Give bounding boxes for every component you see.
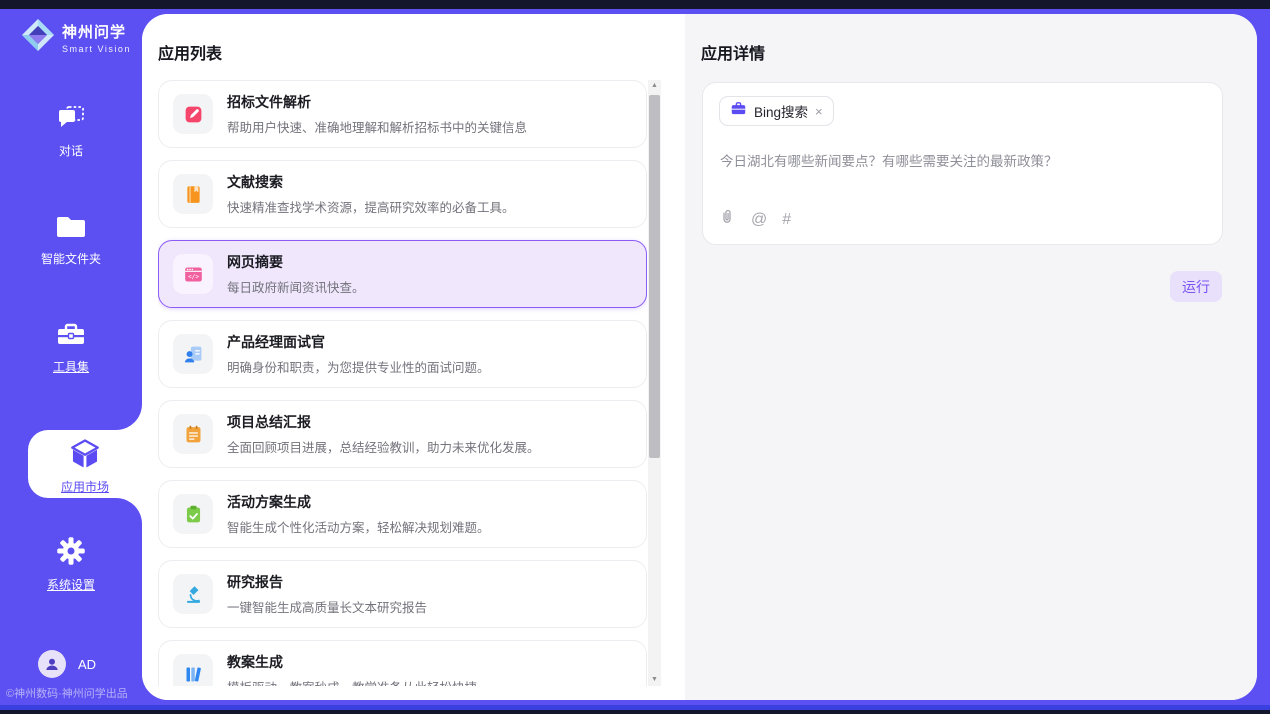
app-desc: 模板驱动，教案秒成，教学准备从此轻松快捷: [227, 677, 477, 686]
app-desc: 帮助用户快速、准确地理解和解析招标书中的关键信息: [227, 117, 527, 136]
app-list-scrollbar[interactable]: ▲ ▼: [648, 80, 661, 686]
sidebar-item-label: 应用市场: [28, 478, 142, 495]
tool-tag-bing-search[interactable]: Bing搜索 ×: [719, 96, 834, 126]
mention-icon[interactable]: @: [751, 211, 767, 229]
toolbox-icon: [55, 320, 87, 353]
main-content: 应用列表 招标文件解析 帮助用户快速、准确地理解和解析招标书中的关键信息: [142, 14, 1257, 700]
brand-diamond-icon: [20, 17, 56, 58]
app-desc: 明确身份和职责，为您提供专业性的面试问题。: [227, 357, 490, 376]
app-detail-panel: 应用详情 Bing搜索 × 今日湖北有哪些新闻要点？有哪些需要关注的最新政策？: [685, 14, 1257, 700]
sidebar: 神州问学 Smart Vision 对话 智能文件夹: [0, 9, 142, 707]
folder-icon: [55, 214, 87, 245]
editor-toolbar: @ #: [718, 207, 791, 232]
paperclip-icon[interactable]: [718, 207, 736, 232]
sidebar-item-toolset[interactable]: 工具集: [0, 320, 142, 375]
avatar: [38, 650, 66, 678]
books-icon: [173, 654, 213, 686]
app-card-pm-interviewer[interactable]: 产品经理面试官 明确身份和职责，为您提供专业性的面试问题。: [158, 320, 647, 388]
bottom-edge-accent: [0, 705, 1270, 710]
sidebar-item-chat[interactable]: 对话: [0, 104, 142, 159]
app-name: 教案生成: [227, 652, 477, 672]
doc-edit-icon: [173, 94, 213, 134]
scroll-down-arrow[interactable]: ▼: [648, 674, 661, 686]
app-desc: 每日政府新闻资讯快查。: [227, 277, 365, 296]
app-card-literature-search[interactable]: 文献搜索 快速精准查找学术资源，提高研究效率的必备工具。: [158, 160, 647, 228]
app-name: 招标文件解析: [227, 92, 527, 112]
sidebar-item-label: 智能文件夹: [0, 250, 142, 267]
app-list-title: 应用列表: [158, 40, 222, 64]
close-icon[interactable]: ×: [815, 104, 823, 119]
app-card-lesson-plan[interactable]: 教案生成 模板驱动，教案秒成，教学准备从此轻松快捷: [158, 640, 647, 686]
app-name: 活动方案生成: [227, 492, 490, 512]
notepad-icon: [173, 414, 213, 454]
svg-text:</>: </>: [187, 273, 198, 280]
app-name: 文献搜索: [227, 172, 515, 192]
briefcase-icon: [730, 100, 747, 122]
scrollbar-thumb[interactable]: [649, 95, 660, 458]
sidebar-item-label: 对话: [0, 142, 142, 159]
app-desc: 全面回顾项目进展，总结经验教训，助力未来优化发展。: [227, 437, 540, 456]
app-name: 产品经理面试官: [227, 332, 490, 352]
user-initials: AD: [78, 657, 96, 672]
active-tab-curve-top: [116, 404, 142, 430]
sidebar-item-label: 工具集: [0, 358, 142, 375]
app-card-event-plan[interactable]: 活动方案生成 智能生成个性化活动方案，轻松解决规划难题。: [158, 480, 647, 548]
prompt-editor-card[interactable]: Bing搜索 × 今日湖北有哪些新闻要点？有哪些需要关注的最新政策？ @ #: [702, 82, 1223, 245]
cube-icon: [68, 458, 102, 475]
app-list: 招标文件解析 帮助用户快速、准确地理解和解析招标书中的关键信息 文献搜索 快速精…: [158, 80, 647, 686]
app-desc: 快速精准查找学术资源，提高研究效率的必备工具。: [227, 197, 515, 216]
chat-icon: [55, 104, 87, 137]
app-card-research-report[interactable]: 研究报告 一键智能生成高质量长文本研究报告: [158, 560, 647, 628]
sidebar-item-app-market[interactable]: 应用市场: [28, 430, 142, 498]
app-name: 网页摘要: [227, 252, 365, 272]
app-name: 研究报告: [227, 572, 427, 592]
interviewer-icon: [173, 334, 213, 374]
browser-code-icon: </>: [173, 254, 213, 294]
prompt-message-text[interactable]: 今日湖北有哪些新闻要点？有哪些需要关注的最新政策？: [720, 152, 1206, 172]
user-account[interactable]: AD: [38, 650, 96, 678]
microscope-icon: [173, 574, 213, 614]
brand-title: 神州问学: [62, 21, 131, 42]
app-desc: 一键智能生成高质量长文本研究报告: [227, 597, 427, 616]
scroll-up-arrow[interactable]: ▲: [648, 80, 661, 92]
app-name: 项目总结汇报: [227, 412, 540, 432]
app-card-project-summary[interactable]: 项目总结汇报 全面回顾项目进展，总结经验教训，助力未来优化发展。: [158, 400, 647, 468]
gear-icon: [56, 536, 86, 571]
app-detail-title: 应用详情: [701, 40, 765, 64]
tool-tag-label: Bing搜索: [754, 101, 808, 121]
copyright-text: ©神州数码·神州问学出品: [6, 685, 128, 701]
app-desc: 智能生成个性化活动方案，轻松解决规划难题。: [227, 517, 490, 536]
sidebar-item-smart-folder[interactable]: 智能文件夹: [0, 214, 142, 267]
active-tab-curve-bottom: [116, 498, 142, 524]
run-button[interactable]: 运行: [1170, 271, 1222, 302]
sidebar-item-label: 系统设置: [0, 576, 142, 593]
app-card-bid-doc-analysis[interactable]: 招标文件解析 帮助用户快速、准确地理解和解析招标书中的关键信息: [158, 80, 647, 148]
brand-logo: 神州问学 Smart Vision: [20, 17, 131, 58]
clipboard-check-icon: [173, 494, 213, 534]
app-card-web-summary[interactable]: </> 网页摘要 每日政府新闻资讯快查。: [158, 240, 647, 308]
app-list-panel: 应用列表 招标文件解析 帮助用户快速、准确地理解和解析招标书中的关键信息: [142, 14, 685, 700]
brand-subtitle: Smart Vision: [62, 44, 131, 54]
book-icon: [173, 174, 213, 214]
hash-icon[interactable]: #: [782, 211, 791, 229]
sidebar-item-settings[interactable]: 系统设置: [0, 536, 142, 593]
